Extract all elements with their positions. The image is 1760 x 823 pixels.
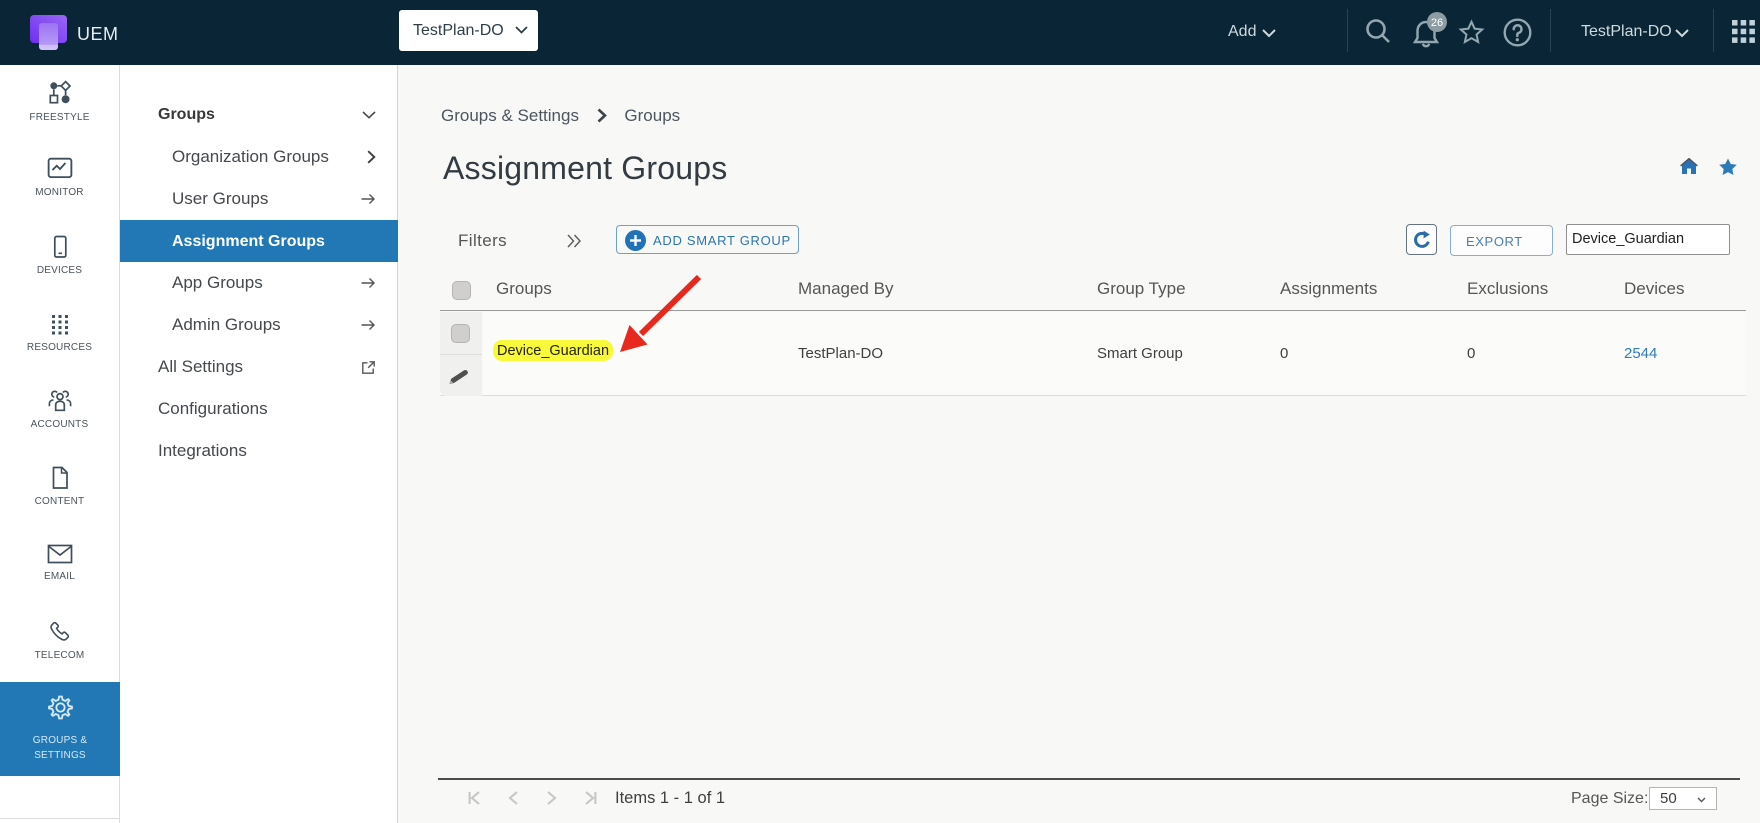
svg-text:26: 26: [1431, 17, 1443, 29]
